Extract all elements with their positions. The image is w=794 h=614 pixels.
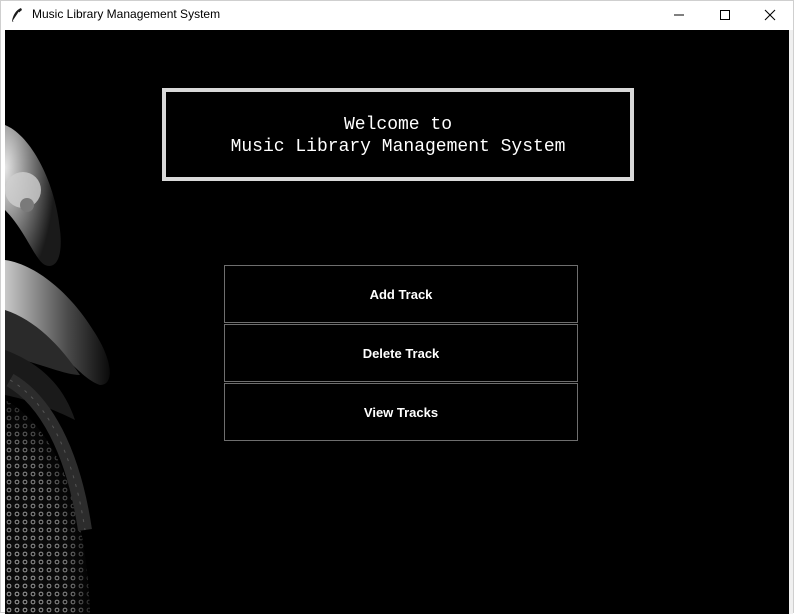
maximize-icon	[720, 10, 730, 20]
close-icon	[764, 9, 776, 21]
window-title: Music Library Management System	[32, 7, 221, 21]
minimize-button[interactable]	[656, 1, 702, 29]
main-canvas: Welcome to Music Library Management Syst…	[5, 30, 789, 614]
app-window: Music Library Management System Welcome …	[0, 0, 794, 614]
welcome-banner: Welcome to Music Library Management Syst…	[162, 88, 634, 181]
welcome-line-1: Welcome to	[343, 115, 453, 135]
close-button[interactable]	[747, 1, 793, 29]
welcome-line-2: Music Library Management System	[230, 137, 566, 157]
delete-track-button[interactable]: Delete Track	[224, 324, 578, 382]
add-track-button[interactable]: Add Track	[224, 265, 578, 323]
window-edge	[789, 30, 793, 614]
maximize-button[interactable]	[702, 1, 748, 29]
title-bar[interactable]: Music Library Management System	[1, 1, 793, 29]
headphones-image	[5, 125, 110, 614]
minimize-icon	[674, 14, 684, 16]
view-tracks-button[interactable]: View Tracks	[224, 383, 578, 441]
feather-icon	[10, 7, 24, 23]
